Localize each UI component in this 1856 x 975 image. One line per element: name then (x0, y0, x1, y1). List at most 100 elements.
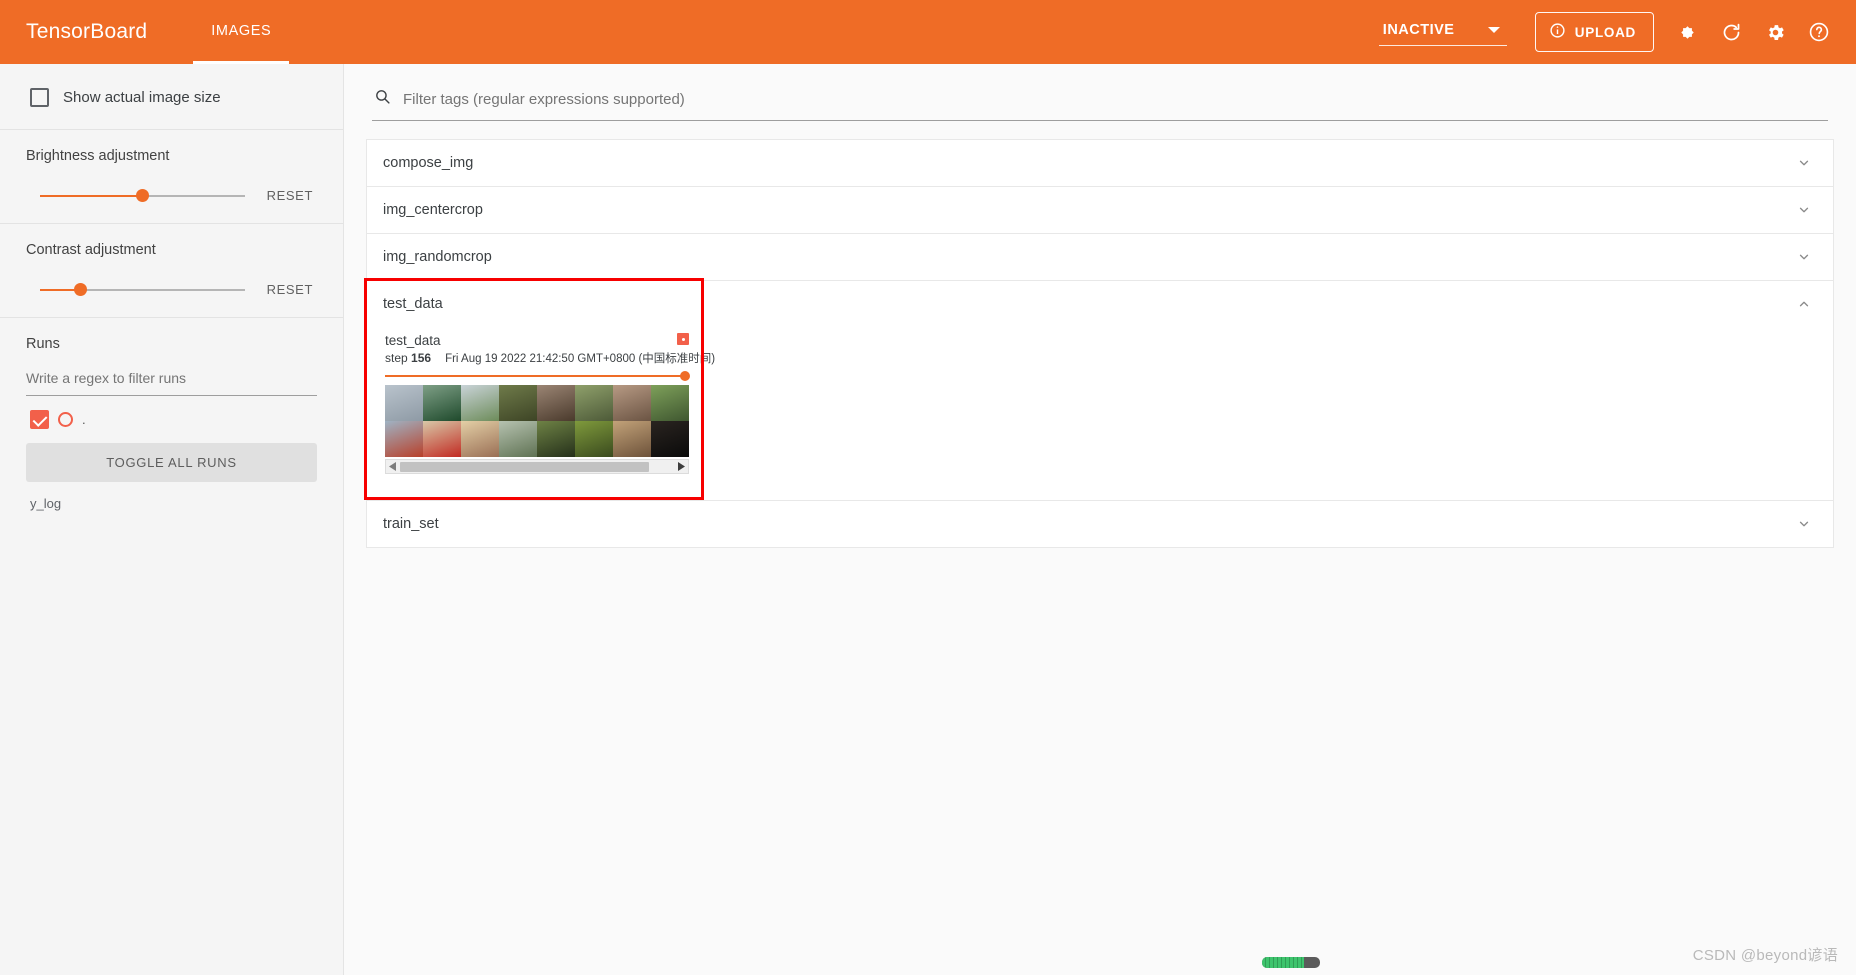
tab-images-label: IMAGES (211, 22, 272, 39)
tab-images[interactable]: IMAGES (193, 0, 290, 64)
image-card-step: step 156 (385, 351, 431, 365)
brightness-slider-row: RESET (26, 186, 317, 205)
run-color-swatch-icon (677, 333, 689, 345)
image-thumbnail-truck-road (385, 421, 423, 457)
image-thumbnail-deer-forest (651, 385, 689, 421)
caret-down-icon (1488, 27, 1501, 33)
image-thumbnail-cat-dark (537, 421, 575, 457)
run-list-item[interactable]: . (26, 410, 317, 429)
tag-header-img_centercrop[interactable]: img_centercrop (367, 187, 1833, 233)
app-header: TensorBoard IMAGES INACTIVE UPLOAD (0, 0, 1856, 64)
arrow-left-icon[interactable] (386, 460, 400, 473)
tag-filter-input[interactable] (401, 89, 1826, 109)
chevron-down-icon[interactable] (1797, 250, 1811, 264)
step-value: 156 (411, 351, 432, 365)
contrast-slider-row: RESET (26, 280, 317, 299)
tag-header-train_set[interactable]: train_set (367, 501, 1833, 547)
nav-tabs: IMAGES (193, 0, 290, 64)
upload-button-label: UPLOAD (1574, 24, 1636, 40)
image-thumbnail-automobile-red (423, 421, 461, 457)
help-circle-icon[interactable] (1806, 19, 1832, 45)
step-slider-track (385, 375, 689, 377)
image-horizontal-scrollbar[interactable] (385, 459, 689, 474)
slider-thumb[interactable] (74, 283, 88, 296)
slider-thumb[interactable] (135, 189, 149, 202)
image-thumbnail-bird-branch (499, 385, 537, 421)
brightness-slider[interactable] (40, 187, 245, 205)
image-thumbnail-bird-wood (461, 421, 499, 457)
tag-name-label: test_data (383, 296, 443, 312)
info-circle-icon (1549, 22, 1566, 42)
run-state-dropdown[interactable]: INACTIVE (1378, 18, 1507, 46)
image-thumbnail-dog-black (651, 421, 689, 457)
tag-header-img_randomcrop[interactable]: img_randomcrop (367, 234, 1833, 280)
contrast-slider[interactable] (40, 281, 245, 299)
scrollbar-track[interactable] (400, 460, 674, 473)
run-name-label: . (82, 412, 86, 427)
refresh-icon[interactable] (1718, 19, 1744, 45)
run-state-value: INACTIVE (1382, 22, 1455, 38)
brightness-reset-button[interactable]: RESET (263, 186, 317, 205)
runs-footer-text: y_log (30, 496, 62, 511)
image-card-title: test_data (385, 333, 441, 348)
chevron-down-icon[interactable] (1797, 156, 1811, 170)
watermark-label: CSDN @beyond谚语 (1692, 947, 1838, 964)
tag-panel-img_centercrop: img_centercrop (366, 186, 1834, 233)
show-actual-size-section: Show actual image size (0, 64, 343, 129)
tag-body-test_data: test_data step 156 Fri Aug 19 2022 21:42… (367, 327, 1833, 500)
app-brand: TensorBoard (26, 20, 148, 43)
image-card-timestamp: Fri Aug 19 2022 21:42:50 GMT+0800 (中国标准时… (445, 353, 716, 365)
brightness-contrast-icon[interactable] (1674, 19, 1700, 45)
taskbar-progress-indicator (1262, 957, 1320, 968)
toggle-all-runs-button[interactable]: TOGGLE ALL RUNS (26, 443, 317, 482)
scrollbar-thumb[interactable] (400, 462, 650, 472)
step-slider[interactable] (385, 371, 690, 381)
brightness-section: Brightness adjustment RESET (0, 130, 343, 223)
tag-name-label: img_randomcrop (383, 249, 492, 265)
arrow-right-icon[interactable] (674, 460, 688, 473)
tag-header-test_data[interactable]: test_data (367, 281, 1833, 327)
step-word: step (385, 351, 408, 365)
tag-header-compose_img[interactable]: compose_img (367, 140, 1833, 186)
tag-list: compose_img img_centercrop img_randomcro… (366, 139, 1834, 548)
header-icon-group (1674, 19, 1832, 45)
image-grid (385, 385, 689, 457)
step-slider-thumb[interactable] (680, 371, 690, 381)
runs-regex-input[interactable] (26, 366, 317, 396)
contrast-section: Contrast adjustment RESET (0, 224, 343, 317)
image-thumbnail-airplane-runway (461, 385, 499, 421)
run-checkbox-icon[interactable] (30, 410, 49, 429)
show-actual-image-size-label: Show actual image size (63, 89, 221, 106)
show-actual-image-size-checkbox[interactable]: Show actual image size (26, 82, 317, 111)
tag-filter-bar[interactable] (372, 80, 1828, 121)
image-thumbnail-deer-field (575, 421, 613, 457)
image-card: test_data step 156 Fri Aug 19 2022 21:42… (379, 327, 715, 478)
tag-name-label: train_set (383, 516, 439, 532)
tag-panel-img_randomcrop: img_randomcrop (366, 233, 1834, 280)
upload-button[interactable]: UPLOAD (1534, 12, 1654, 52)
contrast-reset-button[interactable]: RESET (263, 280, 317, 299)
chevron-up-icon[interactable] (1797, 297, 1811, 311)
tag-panel-test_data: test_data test_data step 156 Fri Aug 19 … (366, 280, 1834, 500)
tag-name-label: img_centercrop (383, 202, 483, 218)
image-thumbnail-cat-ground (537, 385, 575, 421)
settings-gear-icon[interactable] (1762, 19, 1788, 45)
sidebar: Show actual image size Brightness adjust… (0, 64, 344, 975)
chevron-down-icon[interactable] (1797, 517, 1811, 531)
tag-panel-train_set: train_set (366, 500, 1834, 548)
image-thumbnail-dog-person (613, 385, 651, 421)
slider-fill (40, 194, 143, 197)
image-grid-viewport (385, 385, 689, 457)
image-thumbnail-automobile-green (423, 385, 461, 421)
image-thumbnail-airplane (385, 385, 423, 421)
tag-name-label: compose_img (383, 155, 474, 171)
search-icon (374, 88, 391, 110)
runs-section: Runs . TOGGLE ALL RUNS y_log (0, 318, 343, 529)
checkbox-box-icon (30, 88, 49, 107)
tag-panel-compose_img: compose_img (366, 139, 1834, 186)
chevron-down-icon[interactable] (1797, 203, 1811, 217)
image-card-meta: step 156 Fri Aug 19 2022 21:42:50 GMT+08… (385, 350, 715, 366)
runs-heading: Runs (26, 336, 60, 352)
image-thumbnail-automobile-white (499, 421, 537, 457)
contrast-label: Contrast adjustment (26, 242, 156, 258)
